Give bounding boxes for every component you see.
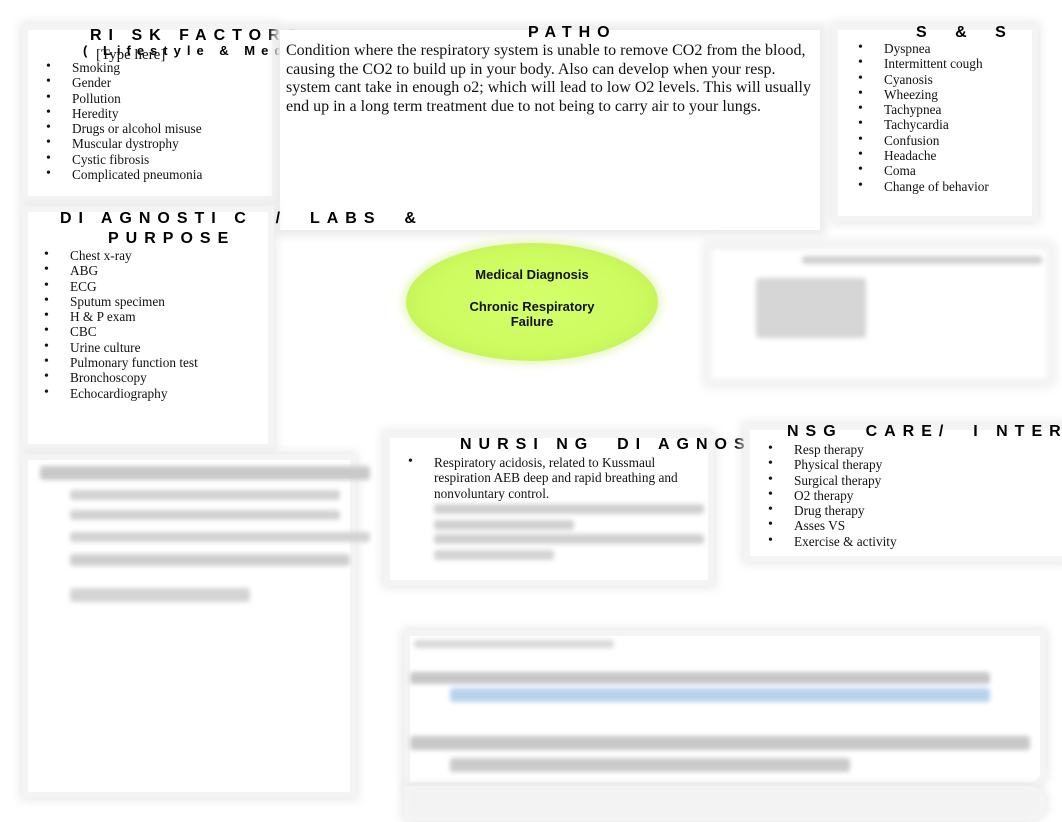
list-item: Dyspnea (858, 40, 989, 56)
blurred-line (434, 534, 704, 544)
list-item: Tachycardia (858, 116, 989, 132)
patho-title: PATHO (528, 24, 617, 41)
nsg-care-list: Resp therapy Physical therapy Surgical t… (768, 441, 897, 549)
list-item: H & P exam (44, 308, 198, 324)
diagnostics-list: Chest x-ray ABG ECG Sputum specimen H & … (44, 247, 198, 401)
list-item: Sputum specimen (44, 293, 198, 309)
risk-factors-list: Smoking Gender Pollution Heredity Drugs … (46, 59, 202, 182)
blurred-box-bottom-content (410, 636, 1050, 786)
signs-symptoms-list: Dyspnea Intermittent cough Cyanosis Whee… (858, 40, 989, 194)
blurred-box-right (712, 250, 1046, 378)
blurred-line (450, 758, 850, 772)
list-item: Coma (858, 162, 989, 178)
list-item: Surgical therapy (768, 472, 897, 488)
list-item: Resp therapy (768, 441, 897, 457)
blurred-link-highlight (450, 688, 990, 702)
list-item: Smoking (46, 59, 202, 75)
list-item: Gender (46, 74, 202, 90)
blurred-line (70, 554, 350, 566)
blurred-box-left-content (40, 462, 380, 622)
list-item: CBC (44, 323, 198, 339)
list-item: Asses VS (768, 517, 897, 533)
list-item: Cyanosis (858, 71, 989, 87)
list-item: Complicated pneumonia (46, 166, 202, 182)
list-item: Pollution (46, 90, 202, 106)
list-item: Chest x-ray (44, 247, 198, 263)
nsg-care-title: NSG CARE/ I NTERVENTI (787, 423, 1062, 440)
list-item: Drug therapy (768, 502, 897, 518)
list-item: Cystic fibrosis (46, 151, 202, 167)
diagnostics-title-line2: PURPOSE (108, 230, 236, 247)
blurred-box-bottom-footer (410, 792, 1040, 814)
blurred-line (410, 736, 1030, 750)
list-item: Urine culture (44, 339, 198, 355)
nursing-diagnoses-list: Respiratory acidosis, related to Kussmau… (408, 454, 698, 501)
blurred-line (70, 532, 370, 542)
list-item: Muscular dystrophy (46, 135, 202, 151)
medical-diagnosis-line1: Chronic Respiratory (469, 299, 595, 314)
blurred-line (70, 588, 250, 602)
list-item: Wheezing (858, 86, 989, 102)
blurred-line (70, 510, 340, 520)
blurred-line (434, 520, 574, 530)
list-item: Heredity (46, 105, 202, 121)
list-item: Confusion (858, 132, 989, 148)
signs-symptoms-title: S & S (916, 24, 1013, 41)
list-item: Echocardiography (44, 385, 198, 401)
list-item: ABG (44, 262, 198, 278)
list-item: Change of behavior (858, 178, 989, 194)
medical-diagnosis-ellipse: Medical Diagnosis Chronic Respiratory Fa… (406, 243, 658, 361)
blurred-line (410, 672, 990, 684)
list-item: Pulmonary function test (44, 354, 198, 370)
blurred-line (414, 640, 614, 648)
nursing-diagnoses-title: NURSI NG DI AGNOSES (460, 436, 787, 453)
blurred-line (40, 466, 370, 480)
blurred-line (434, 550, 554, 560)
list-item: Physical therapy (768, 456, 897, 472)
diagnostics-title-line1: DI AGNOSTI C / LABS & (60, 210, 423, 227)
patho-text: Condition where the respiratory system i… (286, 42, 811, 115)
list-item: Intermittent cough (858, 55, 989, 71)
medical-diagnosis-label: Medical Diagnosis (475, 267, 589, 282)
blurred-heading (802, 256, 1042, 264)
list-item: Drugs or alcohol misuse (46, 120, 202, 136)
list-item: Bronchoscopy (44, 369, 198, 385)
blurred-text (756, 278, 866, 338)
list-item: Tachypnea (858, 101, 989, 117)
list-item: ECG (44, 278, 198, 294)
list-item: Respiratory acidosis, related to Kussmau… (408, 454, 698, 501)
list-item: Exercise & activity (768, 533, 897, 549)
medical-diagnosis-line2: Failure (510, 314, 554, 329)
list-item: Headache (858, 147, 989, 163)
nursing-diagnoses-blurred-items (430, 500, 710, 564)
blurred-line (434, 504, 704, 514)
list-item: O2 therapy (768, 487, 897, 503)
blurred-line (70, 490, 340, 500)
